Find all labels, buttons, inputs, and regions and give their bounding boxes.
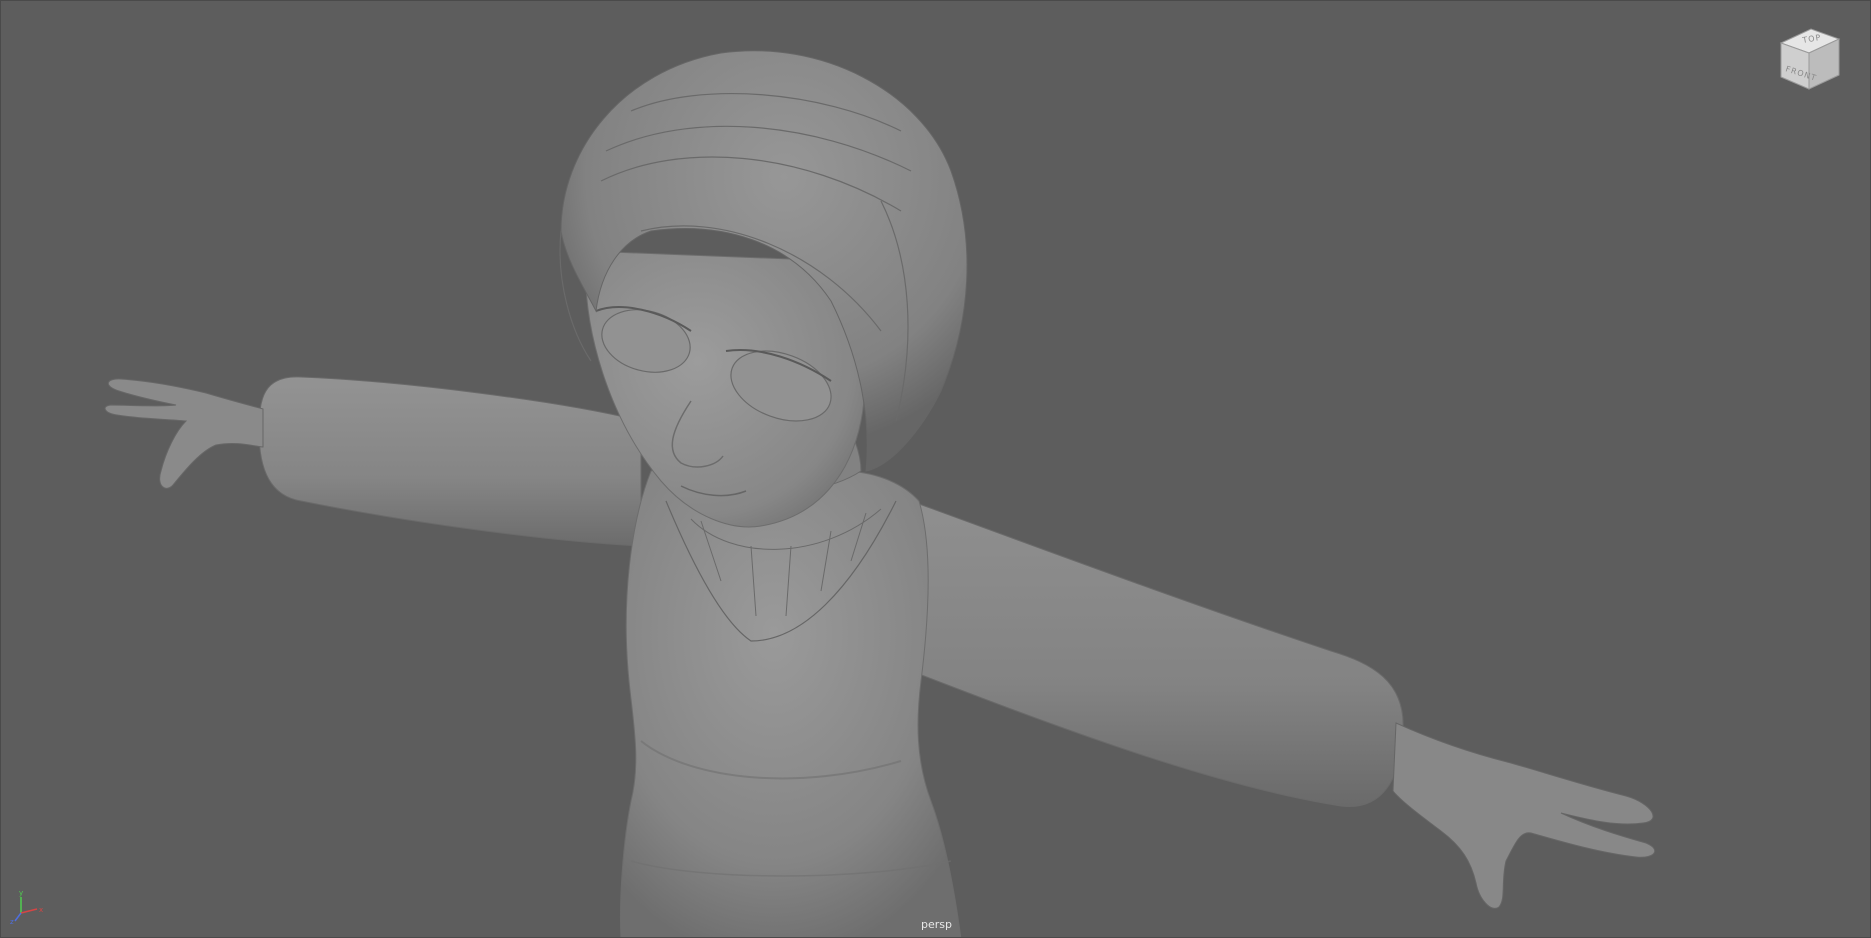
axis-x-label: x — [39, 906, 43, 914]
axis-z-label: z — [10, 918, 14, 925]
axis-z-line — [14, 912, 22, 922]
axis-x-line — [20, 908, 38, 914]
left-arm — [104, 376, 642, 547]
viewport-persp[interactable]: TOP FRONT y x z persp — [0, 0, 1871, 938]
viewcube[interactable]: TOP FRONT — [1773, 23, 1845, 95]
right-arm — [910, 500, 1656, 909]
axis-y-label: y — [19, 889, 23, 897]
torso — [619, 467, 962, 937]
axis-gizmo: y x z — [10, 889, 43, 925]
character-model[interactable] — [1, 1, 1871, 938]
